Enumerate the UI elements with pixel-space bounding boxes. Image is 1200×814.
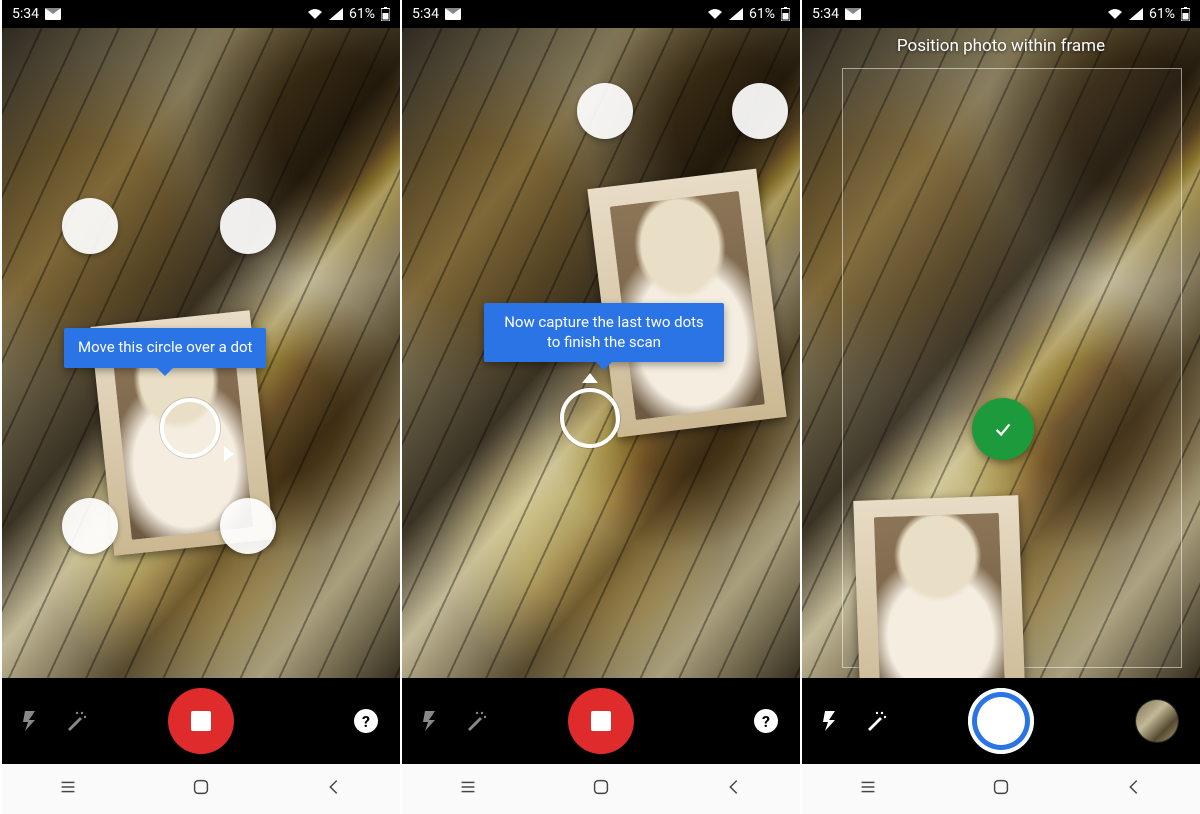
scan-success-indicator bbox=[972, 398, 1034, 460]
shutter-stop-button[interactable] bbox=[168, 688, 234, 754]
target-photo bbox=[853, 495, 1025, 678]
home-button[interactable] bbox=[190, 776, 212, 802]
home-button[interactable] bbox=[990, 776, 1012, 802]
scan-target-dot bbox=[220, 198, 276, 254]
status-time: 5:34 bbox=[812, 6, 839, 22]
instruction-text: Now capture the last two dots to finish … bbox=[504, 313, 704, 351]
help-button[interactable]: ? bbox=[754, 709, 778, 733]
battery-percent: 61% bbox=[349, 6, 375, 22]
aim-ring[interactable] bbox=[160, 398, 220, 458]
status-time: 5:34 bbox=[412, 6, 439, 22]
back-button[interactable] bbox=[1123, 776, 1145, 802]
instruction-tooltip: Move this circle over a dot bbox=[64, 328, 266, 368]
battery-percent: 61% bbox=[749, 6, 775, 22]
help-icon: ? bbox=[762, 712, 770, 731]
phone-screen-2: 5:34 61% Now capture the last two dots t… bbox=[400, 0, 800, 814]
aim-ring[interactable] bbox=[560, 388, 620, 448]
aim-arrow-icon bbox=[224, 446, 234, 462]
help-button[interactable]: ? bbox=[354, 709, 378, 733]
signal-icon bbox=[329, 8, 343, 20]
shutter-capture-button[interactable] bbox=[968, 688, 1034, 754]
android-navbar bbox=[802, 764, 1200, 814]
help-icon: ? bbox=[362, 712, 370, 731]
instruction-text: Move this circle over a dot bbox=[78, 338, 252, 356]
battery-percent: 61% bbox=[1149, 6, 1175, 22]
magic-wand-icon[interactable] bbox=[864, 709, 888, 733]
aim-arrow-icon bbox=[582, 373, 598, 383]
phone-screen-1: 5:34 61% Move this circle over a dot bbox=[0, 0, 400, 814]
instruction-text: Position photo within frame bbox=[802, 36, 1200, 56]
flash-icon[interactable] bbox=[818, 709, 842, 733]
recents-button[interactable] bbox=[857, 776, 879, 802]
recents-button[interactable] bbox=[457, 776, 479, 802]
scan-target-dot bbox=[577, 83, 633, 139]
wifi-icon bbox=[307, 8, 323, 20]
battery-icon bbox=[1181, 7, 1190, 21]
last-scan-thumbnail[interactable] bbox=[1136, 700, 1178, 742]
camera-viewfinder[interactable]: Position photo within frame bbox=[802, 28, 1200, 678]
status-time: 5:34 bbox=[12, 6, 39, 22]
gmail-icon bbox=[845, 8, 861, 20]
android-navbar bbox=[402, 764, 800, 814]
checkmark-icon bbox=[992, 418, 1014, 440]
camera-viewfinder[interactable]: Move this circle over a dot bbox=[2, 28, 400, 678]
flash-icon[interactable] bbox=[418, 709, 442, 733]
status-bar: 5:34 61% bbox=[2, 0, 400, 28]
status-bar: 5:34 61% bbox=[402, 0, 800, 28]
battery-icon bbox=[781, 7, 790, 21]
gmail-icon bbox=[445, 8, 461, 20]
scan-target-dot bbox=[220, 498, 276, 554]
signal-icon bbox=[1129, 8, 1143, 20]
magic-wand-icon[interactable] bbox=[64, 709, 88, 733]
phone-screen-3: 5:34 61% Position photo within frame bbox=[800, 0, 1200, 814]
status-bar: 5:34 61% bbox=[802, 0, 1200, 28]
flash-icon[interactable] bbox=[18, 709, 42, 733]
camera-viewfinder[interactable]: Now capture the last two dots to finish … bbox=[402, 28, 800, 678]
back-button[interactable] bbox=[323, 776, 345, 802]
camera-controls bbox=[802, 678, 1200, 764]
scan-target-dot bbox=[732, 83, 788, 139]
camera-controls: ? bbox=[402, 678, 800, 764]
battery-icon bbox=[381, 7, 390, 21]
gmail-icon bbox=[45, 8, 61, 20]
signal-icon bbox=[729, 8, 743, 20]
camera-controls: ? bbox=[2, 678, 400, 764]
recents-button[interactable] bbox=[57, 776, 79, 802]
home-button[interactable] bbox=[590, 776, 612, 802]
scan-target-dot bbox=[62, 498, 118, 554]
android-navbar bbox=[2, 764, 400, 814]
magic-wand-icon[interactable] bbox=[464, 709, 488, 733]
shutter-stop-button[interactable] bbox=[568, 688, 634, 754]
wifi-icon bbox=[707, 8, 723, 20]
wifi-icon bbox=[1107, 8, 1123, 20]
scan-target-dot bbox=[62, 198, 118, 254]
instruction-tooltip: Now capture the last two dots to finish … bbox=[484, 303, 724, 362]
back-button[interactable] bbox=[723, 776, 745, 802]
